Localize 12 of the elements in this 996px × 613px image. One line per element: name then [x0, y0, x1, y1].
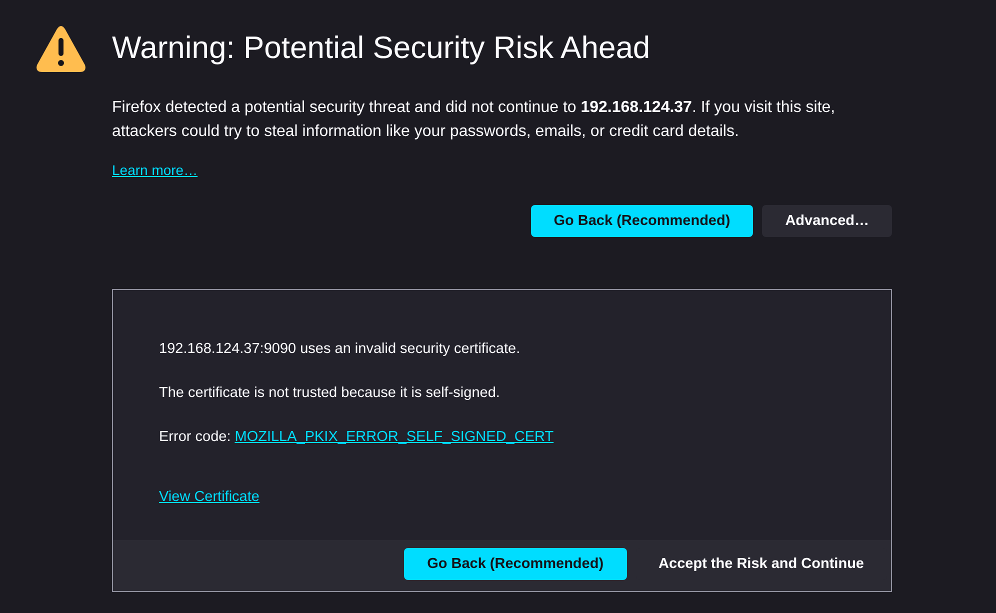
button[interactable]: Go Back (Recommended)	[530, 205, 754, 237]
error-code-link[interactable]: MOZILLA_PKIX_ERROR_SELF_SIGNED_CERT	[234, 426, 554, 448]
button[interactable]: Advanced…	[762, 205, 892, 237]
learn-more-link[interactable]: Learn more…	[112, 162, 198, 178]
view-certificate-link[interactable]: View Certificate	[159, 489, 260, 505]
page-title: Warning: Potential Security Risk Ahead	[112, 29, 652, 67]
button[interactable]: Go Back (Recommended)	[404, 548, 627, 580]
warning-text: Firefox detected a potential security threat and did not continue to 192.168.124.37. If you visit this site, attackers could try to steal information like your passwords, emails, or credit card details.	[112, 98, 836, 142]
panel-text: 192.168.124.37:9090 uses an invalid security certificate.	[159, 340, 522, 359]
panel-text: The certificate is not trusted because it is self-signed.	[159, 384, 501, 403]
warning-icon	[36, 25, 86, 73]
error-code-label: Error code:	[159, 428, 231, 447]
